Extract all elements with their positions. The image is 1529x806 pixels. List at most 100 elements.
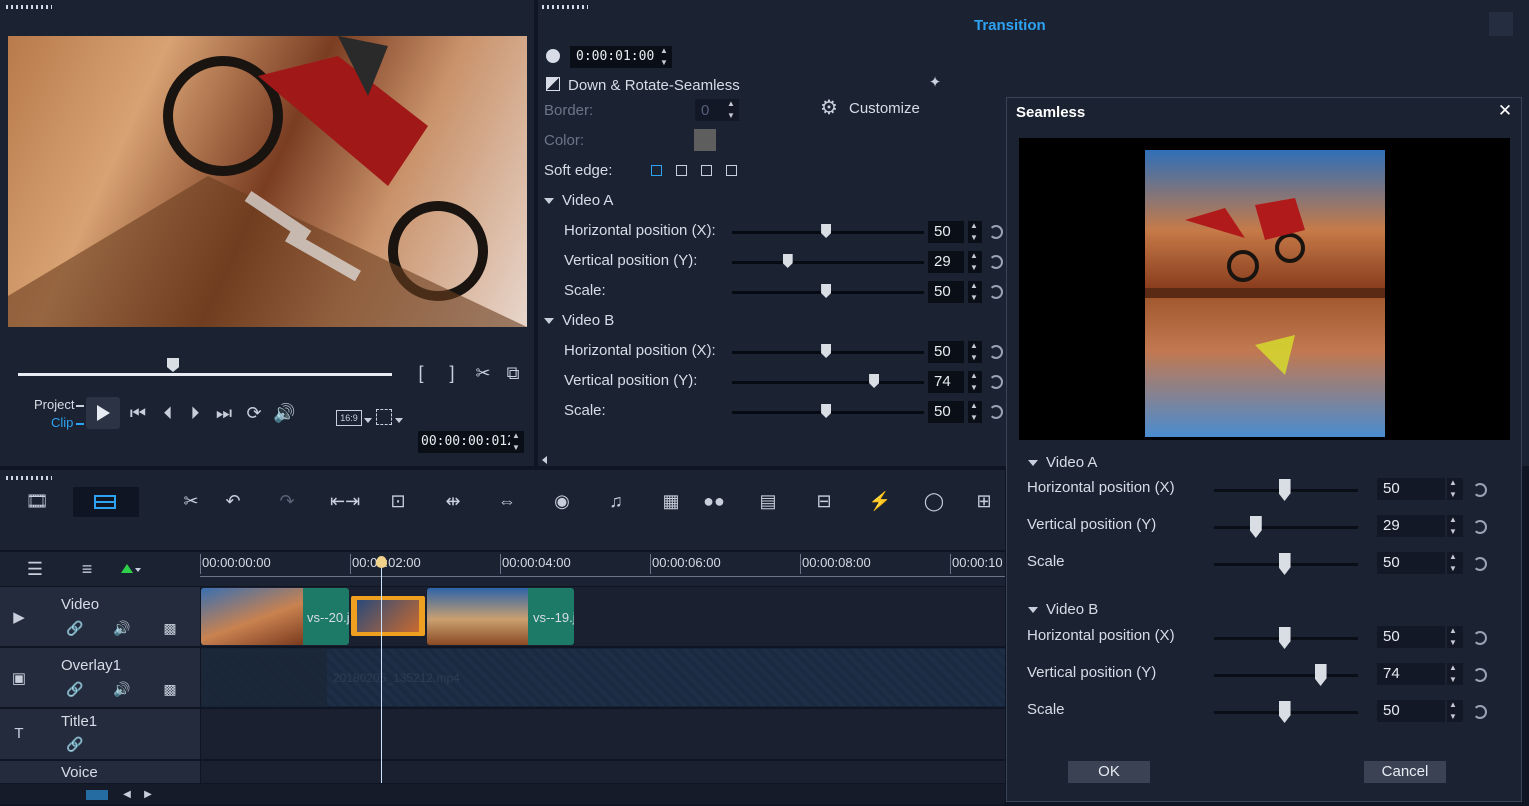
duration-value[interactable]: 0:00:01:00 — [576, 49, 654, 64]
clip-mode[interactable]: Clip — [51, 415, 73, 430]
video-a-toggle[interactable]: Video A — [544, 192, 613, 209]
slider-value[interactable]: 50 — [1377, 552, 1445, 574]
video-lane[interactable]: vs--20.j vs--19.j — [201, 587, 1005, 646]
slider-value[interactable]: 50 — [1377, 478, 1445, 500]
value-spinner[interactable] — [968, 401, 982, 423]
reset-icon[interactable] — [1473, 631, 1487, 645]
panel-grip[interactable] — [6, 5, 52, 9]
go-to-start-icon[interactable]: ⏮ — [128, 402, 148, 424]
video-b-toggle[interactable]: Video B — [544, 312, 614, 329]
grid-icon[interactable]: ▩ — [159, 678, 181, 700]
slider-thumb[interactable] — [869, 374, 880, 388]
scissors-icon[interactable]: ✂ — [472, 362, 494, 384]
slider-value[interactable]: 50 — [928, 221, 964, 243]
customize-button[interactable]: Customize — [849, 100, 920, 117]
video-clip[interactable]: vs--19.j — [427, 588, 574, 645]
mute-icon[interactable]: 🔊 — [111, 617, 133, 639]
enlarge-preview-icon[interactable]: ⧉ — [502, 362, 524, 384]
aspect-ratio-button[interactable]: 16:9 — [336, 410, 362, 426]
slider-thumb[interactable] — [821, 344, 832, 358]
transition-clip[interactable] — [351, 596, 425, 636]
play-button[interactable] — [86, 397, 120, 429]
add-track-icon[interactable]: ≡ — [76, 558, 98, 580]
value-spinner[interactable] — [968, 281, 982, 303]
scroll-left-icon[interactable]: ◀ — [120, 784, 134, 806]
slider-thumb[interactable] — [1278, 701, 1291, 723]
reset-icon[interactable] — [1473, 557, 1487, 571]
motion-path-icon[interactable]: ⚡ — [868, 490, 892, 512]
value-spinner[interactable] — [1447, 663, 1463, 685]
playhead-handle[interactable] — [376, 556, 387, 568]
slider-track[interactable] — [732, 261, 924, 264]
reset-icon[interactable] — [1473, 520, 1487, 534]
chapter-triangle-icon[interactable] — [121, 564, 133, 573]
chapter-chevron-icon[interactable] — [135, 568, 141, 572]
slider-value[interactable]: 50 — [928, 401, 964, 423]
title-lane[interactable] — [201, 709, 1005, 759]
slider-value[interactable]: 50 — [928, 281, 964, 303]
scrubber-thumb[interactable] — [167, 358, 179, 372]
soft-edge-medium[interactable] — [701, 165, 712, 176]
slider-value[interactable]: 50 — [1377, 700, 1445, 722]
favorite-icon[interactable]: ✦ — [924, 72, 946, 94]
tools-icon[interactable]: ✂ — [180, 490, 202, 512]
split-icon[interactable]: ⇹ — [441, 490, 465, 512]
value-spinner[interactable] — [968, 371, 982, 393]
value-spinner[interactable] — [968, 251, 982, 273]
slider-thumb[interactable] — [1249, 516, 1262, 538]
grid-icon[interactable]: ▩ — [159, 617, 181, 639]
duration-spinner[interactable] — [658, 46, 672, 68]
voice-lane[interactable] — [201, 761, 1005, 783]
motion-tracking-icon[interactable]: ◉ — [550, 490, 574, 512]
cancel-button[interactable]: Cancel — [1364, 761, 1446, 783]
value-spinner[interactable] — [968, 221, 982, 243]
volume-icon[interactable]: 🔊 — [273, 402, 295, 424]
soft-edge-strong[interactable] — [726, 165, 737, 176]
slider-value[interactable]: 29 — [928, 251, 964, 273]
soft-edge-none[interactable] — [651, 165, 662, 176]
go-to-end-icon[interactable]: ⏭ — [214, 402, 234, 424]
value-spinner[interactable] — [968, 341, 982, 363]
aspect-chevron-icon[interactable] — [364, 418, 372, 423]
undo-icon[interactable]: ↶ — [222, 490, 244, 512]
split-screen-icon[interactable]: ⊟ — [812, 490, 836, 512]
slider-track[interactable] — [732, 381, 924, 384]
slider-value[interactable]: 50 — [928, 341, 964, 363]
link-icon[interactable]: 🔗 — [64, 733, 86, 755]
reset-icon[interactable] — [1473, 668, 1487, 682]
reset-icon[interactable] — [989, 405, 1003, 419]
value-spinner[interactable] — [1447, 515, 1463, 537]
border-field[interactable]: 0 — [695, 99, 725, 121]
record-capture-icon[interactable]: ⊡ — [386, 490, 410, 512]
next-frame-icon[interactable]: ⏵ — [185, 402, 205, 424]
reset-icon[interactable] — [989, 345, 1003, 359]
dialog-video-a-toggle[interactable]: Video A — [1028, 454, 1097, 471]
border-spinner[interactable] — [725, 99, 739, 121]
slider-track[interactable] — [1214, 674, 1358, 677]
timeline-ruler[interactable]: 00:00:00:00 00:00:02:00 00:00:04:00 00:0… — [200, 552, 1005, 586]
reset-icon[interactable] — [1473, 705, 1487, 719]
slider-track[interactable] — [1214, 526, 1358, 529]
dialog-video-b-toggle[interactable]: Video B — [1028, 601, 1098, 618]
mute-icon[interactable]: 🔊 — [111, 678, 133, 700]
value-spinner[interactable] — [1447, 626, 1463, 648]
panel-scrollbar[interactable] — [1489, 12, 1513, 36]
panel-grip[interactable] — [542, 5, 588, 9]
panel-grip[interactable] — [6, 476, 52, 480]
close-icon[interactable]: ✕ — [1495, 100, 1515, 122]
ok-button[interactable]: OK — [1068, 761, 1150, 783]
link-icon[interactable]: 🔗 — [64, 678, 86, 700]
slider-thumb[interactable] — [821, 224, 832, 238]
slider-thumb[interactable] — [821, 404, 832, 418]
zoom-icon[interactable]: ⊞ — [972, 490, 996, 512]
fit-project-icon[interactable]: ⇤⇥ — [330, 490, 360, 512]
reset-icon[interactable] — [989, 375, 1003, 389]
reset-icon[interactable] — [989, 225, 1003, 239]
slider-value[interactable]: 74 — [1377, 663, 1445, 685]
timecode-value[interactable]: 00:00:00:012 — [421, 434, 515, 449]
value-spinner[interactable] — [1447, 700, 1463, 722]
overlay-clip[interactable]: 20180205_135212.mp4 — [201, 649, 1005, 706]
morph-icon[interactable]: ◯ — [922, 490, 946, 512]
slider-thumb[interactable] — [782, 254, 793, 268]
slider-value[interactable]: 29 — [1377, 515, 1445, 537]
